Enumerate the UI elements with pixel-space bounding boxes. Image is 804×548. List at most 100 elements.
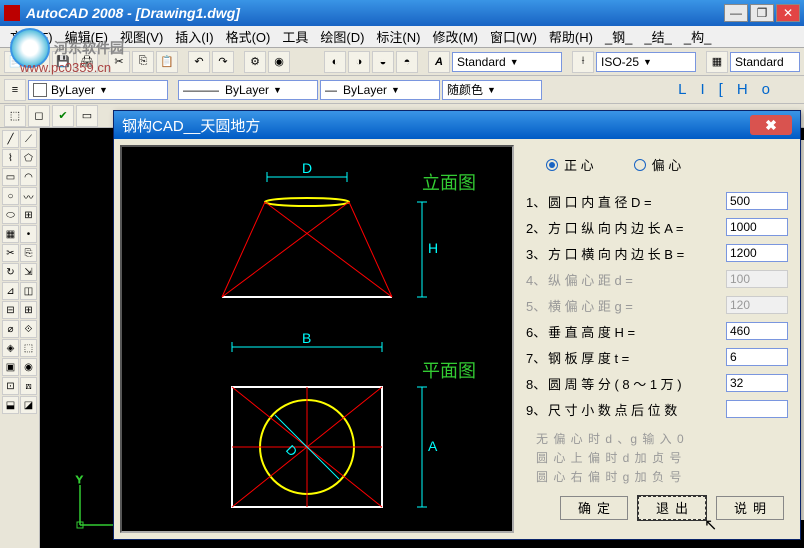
- dialog-title-bar[interactable]: 钢构CAD__天圆地方 ✖: [114, 111, 800, 139]
- field-input-4: [726, 270, 788, 288]
- point-icon[interactable]: •: [20, 225, 37, 243]
- mod-16[interactable]: ⟎: [20, 377, 37, 395]
- form-row: 6、 垂 直 高 度 H =: [526, 320, 788, 342]
- help-button[interactable]: 说明: [716, 496, 784, 520]
- field-input-5: [726, 296, 788, 314]
- arc-icon[interactable]: ◠: [20, 168, 37, 186]
- dim-icon[interactable]: ⟊: [572, 51, 594, 73]
- spline-icon[interactable]: 〰: [20, 187, 37, 205]
- linetype-combo[interactable]: ———ByLayer▼: [178, 80, 318, 100]
- form-row: 8、 圆 周 等 分 ( 8 ～ 1 万 ): [526, 372, 788, 394]
- svg-text:A: A: [428, 438, 438, 454]
- field-label: 横 偏 心 距 g =: [548, 296, 726, 315]
- menu-item[interactable]: _钢_: [599, 25, 638, 48]
- panel-label: [: [719, 81, 723, 98]
- tb-a2[interactable]: ◑: [348, 51, 370, 73]
- menu-item[interactable]: 帮助(H): [543, 25, 599, 48]
- dialog-close-button[interactable]: ✖: [750, 115, 792, 135]
- mod-6[interactable]: ◫: [20, 282, 37, 300]
- menu-item[interactable]: 插入(I): [169, 25, 219, 48]
- mod-5[interactable]: ⊿: [2, 282, 19, 300]
- mod-12[interactable]: ⬚: [20, 339, 37, 357]
- mod-2[interactable]: ⎘: [20, 244, 37, 262]
- copy-icon[interactable]: ⎘: [132, 51, 154, 73]
- menu-item[interactable]: 格式(O): [220, 25, 277, 48]
- std2-combo[interactable]: Standard: [730, 52, 800, 72]
- radio-centered[interactable]: 正 心: [546, 155, 594, 174]
- menu-item[interactable]: 绘图(D): [314, 25, 370, 48]
- ellipse-icon[interactable]: ⬭: [2, 206, 19, 224]
- close-button[interactable]: ✕: [776, 4, 800, 22]
- mod-15[interactable]: ⊡: [2, 377, 19, 395]
- layer-combo[interactable]: ByLayer▼: [28, 80, 168, 100]
- minimize-button[interactable]: —: [724, 4, 748, 22]
- right-panel-labels: LI[Ho: [678, 81, 800, 98]
- ok-button[interactable]: 确定: [560, 496, 628, 520]
- mod-4[interactable]: ⇲: [20, 263, 37, 281]
- tbl-icon[interactable]: ▦: [706, 51, 728, 73]
- dim-style-combo[interactable]: ISO-25▼: [596, 52, 696, 72]
- exit-button[interactable]: 退出: [638, 496, 706, 520]
- rect-icon[interactable]: ▭: [2, 168, 19, 186]
- field-number: 6、: [526, 322, 548, 341]
- menu-item[interactable]: 标注(N): [370, 25, 426, 48]
- field-input-6[interactable]: [726, 322, 788, 340]
- field-number: 1、: [526, 192, 548, 211]
- aux-check-icon[interactable]: ✔: [52, 105, 74, 127]
- text-style-combo[interactable]: Standard▼: [452, 52, 562, 72]
- paste-icon[interactable]: 📋: [156, 51, 178, 73]
- undo-icon[interactable]: ↶: [188, 51, 210, 73]
- mod-3[interactable]: ↻: [2, 263, 19, 281]
- tb-misc-2[interactable]: ◉: [268, 51, 290, 73]
- field-input-7[interactable]: [726, 348, 788, 366]
- panel-label: H: [737, 81, 748, 98]
- mod-7[interactable]: ⊟: [2, 301, 19, 319]
- aux-1[interactable]: ⬚: [4, 105, 26, 127]
- mod-1[interactable]: ✂: [2, 244, 19, 262]
- text-icon[interactable]: A: [428, 51, 450, 73]
- menu-item[interactable]: 修改(M): [426, 25, 484, 48]
- maximize-button[interactable]: ❐: [750, 4, 774, 22]
- menu-item[interactable]: _结_: [638, 25, 677, 48]
- circle-icon[interactable]: ○: [2, 187, 19, 205]
- field-number: 2、: [526, 218, 548, 237]
- tb-a3[interactable]: ◒: [372, 51, 394, 73]
- field-label: 垂 直 高 度 H =: [548, 322, 726, 341]
- mod-13[interactable]: ▣: [2, 358, 19, 376]
- pline-icon[interactable]: ⌇: [2, 149, 19, 167]
- color-combo[interactable]: 随颜色▼: [442, 80, 542, 100]
- field-input-8[interactable]: [726, 374, 788, 392]
- field-input-3[interactable]: [726, 244, 788, 262]
- hatch-icon[interactable]: ▦: [2, 225, 19, 243]
- mod-8[interactable]: ⊞: [20, 301, 37, 319]
- polygon-icon[interactable]: ⬠: [20, 149, 37, 167]
- aux-4[interactable]: ▭: [76, 105, 98, 127]
- insert-icon[interactable]: ⊞: [20, 206, 37, 224]
- mod-14[interactable]: ◉: [20, 358, 37, 376]
- mod-11[interactable]: ◈: [2, 339, 19, 357]
- lineweight-combo[interactable]: —ByLayer▼: [320, 80, 440, 100]
- mod-17[interactable]: ⬓: [2, 396, 19, 414]
- field-input-1[interactable]: [726, 192, 788, 210]
- radio-eccentric[interactable]: 偏 心: [634, 155, 682, 174]
- radio-icon: [634, 159, 646, 171]
- tb-a4[interactable]: ◓: [396, 51, 418, 73]
- redo-icon[interactable]: ↷: [212, 51, 234, 73]
- form-row: 9、 尺 寸 小 数 点 后 位 数: [526, 398, 788, 420]
- field-input-2[interactable]: [726, 218, 788, 236]
- line-icon[interactable]: ╱: [2, 130, 19, 148]
- mod-18[interactable]: ◪: [20, 396, 37, 414]
- svg-text:D: D: [302, 160, 312, 176]
- xline-icon[interactable]: ⟋: [20, 130, 37, 148]
- mod-10[interactable]: ⟐: [20, 320, 37, 338]
- dialog-title: 钢构CAD__天圆地方: [122, 115, 750, 136]
- tb-misc-1[interactable]: ⚙: [244, 51, 266, 73]
- tb-a1[interactable]: ◐: [324, 51, 346, 73]
- menu-item[interactable]: _构_: [678, 25, 717, 48]
- layer-props-icon[interactable]: ≡: [4, 79, 26, 101]
- menu-item[interactable]: 工具: [276, 25, 314, 48]
- menu-item[interactable]: 窗口(W): [484, 25, 543, 48]
- field-input-9[interactable]: [726, 400, 788, 418]
- mod-9[interactable]: ⌀: [2, 320, 19, 338]
- aux-2[interactable]: ◻: [28, 105, 50, 127]
